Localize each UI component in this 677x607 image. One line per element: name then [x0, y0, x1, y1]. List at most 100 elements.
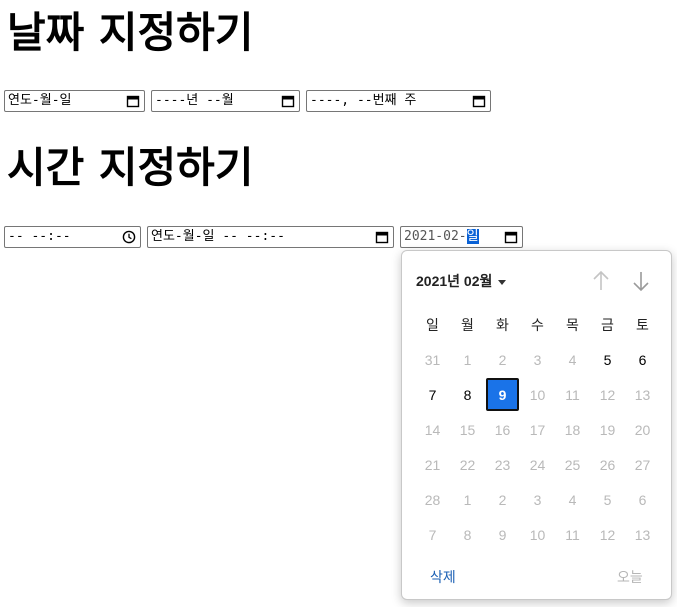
datetime-local-input[interactable]: 연도-월-일 -- --:-- [147, 226, 394, 248]
calendar-day-cell[interactable]: 28 [415, 482, 450, 517]
caret-down-icon [498, 279, 507, 285]
month-input[interactable]: ----년 --월 [151, 90, 300, 112]
month-title: 2021년 02월 [416, 273, 493, 289]
calendar-icon[interactable] [126, 94, 140, 108]
calendar-day-cell[interactable]: 7 [415, 377, 450, 412]
calendar-day-disabled: 26 [599, 456, 616, 473]
weekday-label: 금 [601, 316, 614, 333]
weekday-label: 일 [426, 316, 439, 333]
calendar-day-cell[interactable]: 12 [590, 377, 625, 412]
calendar-day-cell[interactable]: 20 [625, 412, 660, 447]
month-input-value: ----년 --월 [155, 93, 234, 108]
weekday-label: 토 [636, 316, 649, 333]
arrow-up-icon[interactable] [590, 268, 612, 294]
month-year-selector[interactable]: 2021년 02월 [416, 271, 507, 291]
calendar-day-cell[interactable]: 8 [450, 377, 485, 412]
calendar-day-cell[interactable]: 6 [625, 342, 660, 377]
calendar-day-cell[interactable]: 12 [590, 517, 625, 552]
calendar-day-cell[interactable]: 2 [485, 482, 520, 517]
active-date-selected-segment[interactable]: 일 [466, 229, 479, 244]
calendar-day-cell[interactable]: 25 [555, 447, 590, 482]
calendar-day-cell[interactable]: 9 [485, 377, 520, 412]
calendar-day-cell[interactable]: 1 [450, 482, 485, 517]
calendar-day-cell[interactable]: 7 [415, 517, 450, 552]
calendar-day-cell[interactable]: 11 [555, 517, 590, 552]
delete-button[interactable]: 삭제 [430, 567, 456, 587]
calendar-day-cell[interactable]: 6 [625, 482, 660, 517]
calendar-day-disabled: 24 [529, 456, 546, 473]
calendar-day-disabled: 12 [599, 386, 616, 403]
calendar-day-disabled: 7 [428, 526, 437, 543]
calendar-day-disabled: 14 [424, 421, 441, 438]
calendar-week-row: 21 22 23 24 25 26 27 [415, 447, 660, 482]
calendar-day-cell[interactable]: 16 [485, 412, 520, 447]
date-input-value: 연도-월-일 [8, 93, 72, 108]
calendar-day-disabled: 13 [634, 526, 651, 543]
date-heading: 날짜 지정하기 [7, 8, 254, 57]
calendar-day: 7 [428, 386, 437, 403]
calendar-day-cell[interactable]: 11 [555, 377, 590, 412]
calendar-day-disabled: 16 [494, 421, 511, 438]
calendar-day-cell[interactable]: 9 [485, 517, 520, 552]
calendar-day-cell[interactable]: 3 [520, 482, 555, 517]
calendar-day-disabled: 12 [599, 526, 616, 543]
calendar-day-cell[interactable]: 8 [450, 517, 485, 552]
calendar-day-disabled: 9 [498, 526, 507, 543]
calendar-day-cell[interactable]: 19 [590, 412, 625, 447]
calendar-day-disabled: 5 [603, 491, 612, 508]
calendar-day-disabled: 22 [459, 456, 476, 473]
week-input[interactable]: ----, --번째 주 [306, 90, 491, 112]
calendar-day-cell[interactable]: 15 [450, 412, 485, 447]
calendar-day-cell[interactable]: 3 [520, 342, 555, 377]
clock-icon[interactable] [122, 230, 136, 244]
calendar-day-cell[interactable]: 5 [590, 482, 625, 517]
weekday-label: 수 [531, 316, 544, 333]
active-date-value-prefix: 2021-02- [404, 229, 467, 244]
calendar-day-cell[interactable]: 4 [555, 342, 590, 377]
calendar-day-cell[interactable]: 31 [415, 342, 450, 377]
calendar-day-cell[interactable]: 2 [485, 342, 520, 377]
calendar-day-cell[interactable]: 17 [520, 412, 555, 447]
calendar-day-disabled: 25 [564, 456, 581, 473]
active-date-input[interactable]: 2021-02-일 [400, 226, 523, 248]
calendar-week-row: 14 15 16 17 18 19 20 [415, 412, 660, 447]
calendar-icon[interactable] [504, 230, 518, 244]
weekday-label: 월 [461, 316, 474, 333]
calendar-day-cell[interactable]: 13 [625, 517, 660, 552]
calendar-day-disabled: 31 [424, 351, 441, 368]
today-button[interactable]: 오늘 [617, 567, 643, 587]
calendar-day-cell[interactable]: 4 [555, 482, 590, 517]
calendar-day-cell[interactable]: 26 [590, 447, 625, 482]
calendar-day-disabled: 6 [638, 491, 647, 508]
calendar-icon[interactable] [375, 230, 389, 244]
calendar-day-cell[interactable]: 24 [520, 447, 555, 482]
calendar-day-cell[interactable]: 22 [450, 447, 485, 482]
arrow-down-icon[interactable] [630, 268, 652, 294]
calendar-day-cell[interactable]: 23 [485, 447, 520, 482]
calendar-day-cell[interactable]: 27 [625, 447, 660, 482]
calendar-week-row: 31 1 2 3 4 5 6 [415, 342, 660, 377]
calendar-day-disabled: 4 [568, 351, 577, 368]
calendar-day-disabled: 2 [498, 491, 507, 508]
time-input-value: -- --:-- [8, 229, 71, 244]
calendar-day-cell[interactable]: 10 [520, 377, 555, 412]
calendar-day-cell[interactable]: 5 [590, 342, 625, 377]
calendar-icon[interactable] [281, 94, 295, 108]
calendar-day-cell[interactable]: 1 [450, 342, 485, 377]
datetime-local-input-value: 연도-월-일 -- --:-- [151, 229, 285, 244]
calendar-day-cell[interactable]: 10 [520, 517, 555, 552]
calendar-day-cell[interactable]: 21 [415, 447, 450, 482]
weekday-label: 목 [566, 316, 579, 333]
calendar-day-cell[interactable]: 18 [555, 412, 590, 447]
calendar-day-cell[interactable]: 13 [625, 377, 660, 412]
calendar-icon[interactable] [472, 94, 486, 108]
calendar-day: 8 [463, 386, 472, 403]
calendar-day-disabled: 11 [565, 386, 580, 403]
calendar-weeks: 31 1 2 3 4 5 6 7 8 9 10 11 12 13 14 15 16 17 18 19 20 21 22 23 2… [415, 342, 660, 552]
calendar-day-cell[interactable]: 14 [415, 412, 450, 447]
calendar-day-disabled: 17 [529, 421, 546, 438]
calendar-day-disabled: 1 [463, 351, 472, 368]
calendar-day-disabled: 19 [599, 421, 616, 438]
date-input[interactable]: 연도-월-일 [4, 90, 145, 112]
time-input[interactable]: -- --:-- [4, 226, 141, 248]
